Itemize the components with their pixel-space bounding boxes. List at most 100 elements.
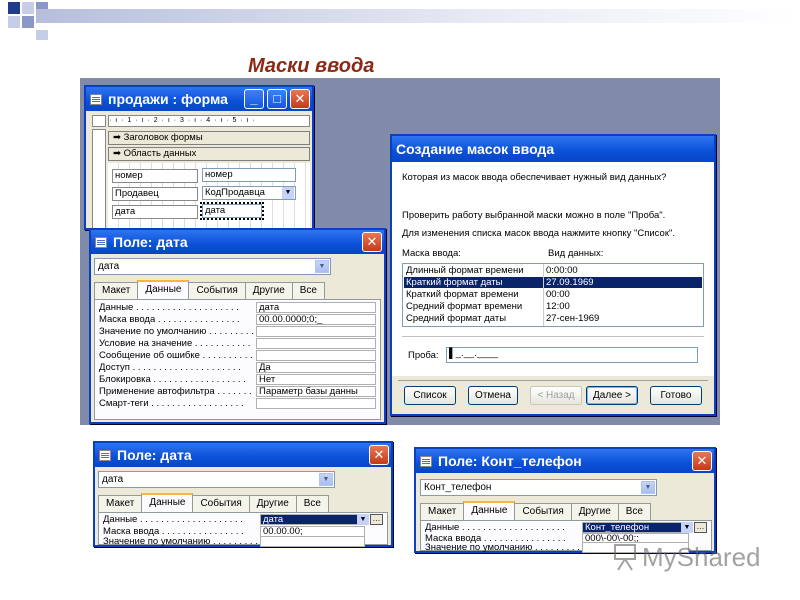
presentation-icon bbox=[614, 544, 636, 571]
property-tabs: Макет Данные События Другие Все bbox=[420, 501, 651, 520]
finish-button[interactable]: Готово bbox=[650, 386, 702, 405]
list-item[interactable]: Краткий формат времени 00:00 bbox=[404, 289, 702, 300]
property-row[interactable]: Значение по умолчанию . . . . . . . . . bbox=[103, 536, 365, 547]
list-item-selected[interactable]: Краткий формат даты 27.09.1969 bbox=[404, 277, 702, 288]
tab-layout[interactable]: Макет bbox=[420, 503, 465, 520]
property-row[interactable]: Условие на значение . . . . . . . . . . … bbox=[99, 338, 376, 349]
tab-all[interactable]: Все bbox=[617, 503, 651, 520]
arrow-icon: ➡ bbox=[113, 132, 124, 143]
property-row[interactable]: Блокировка . . . . . . . . . . . . . . .… bbox=[99, 374, 376, 385]
properties-icon bbox=[95, 236, 107, 248]
tab-other[interactable]: Другие bbox=[248, 495, 297, 512]
property-list: Данные . . . . . . . . . . . . . . . . .… bbox=[94, 299, 381, 420]
minimize-button[interactable]: _ bbox=[244, 89, 264, 109]
back-button[interactable]: < Назад bbox=[530, 386, 582, 405]
object-selector[interactable]: дата ▼ bbox=[98, 471, 335, 488]
tab-data[interactable]: Данные bbox=[463, 501, 516, 520]
tab-events[interactable]: События bbox=[514, 503, 572, 520]
chevron-down-icon[interactable]: ▼ bbox=[319, 473, 333, 486]
data-area-section[interactable]: ➡ Область данных bbox=[108, 147, 310, 161]
field-seller-combo[interactable]: КодПродавца ▼ bbox=[202, 186, 296, 200]
property-window-title: Поле: дата bbox=[113, 234, 188, 250]
form-header-section[interactable]: ➡ Заголовок формы bbox=[108, 131, 310, 145]
column-header-mask: Маска ввода: bbox=[402, 248, 461, 259]
form-window-titlebar[interactable]: продажи : форма _ □ ✕ bbox=[86, 87, 312, 111]
property-window-titlebar[interactable]: Поле: дата ✕ bbox=[95, 443, 391, 467]
cancel-button[interactable]: Отмена bbox=[468, 386, 518, 405]
builder-button[interactable]: … bbox=[694, 522, 707, 533]
input-mask-wizard: Создание масок ввода Которая из масок вв… bbox=[390, 134, 716, 416]
properties-icon bbox=[420, 455, 432, 467]
form-icon bbox=[90, 93, 102, 105]
list-item[interactable]: Длинный формат времени 0:00:00 bbox=[404, 265, 702, 276]
next-button[interactable]: Далее > bbox=[586, 386, 638, 405]
property-list: Данные . . . . . . . . . . . . . . . . .… bbox=[98, 512, 388, 547]
ruler: · ı · 1 · ı · 2 · ı · 3 · ı · 4 · ı · 5 … bbox=[108, 115, 310, 127]
close-button[interactable]: ✕ bbox=[369, 445, 389, 465]
arrow-icon: ➡ bbox=[113, 148, 124, 159]
properties-icon bbox=[99, 449, 111, 461]
property-row[interactable]: Смарт-теги . . . . . . . . . . . . . . .… bbox=[99, 398, 376, 409]
field-date-selected[interactable]: дата bbox=[200, 202, 264, 220]
trial-input[interactable]: ▌_.__.____ bbox=[446, 347, 698, 363]
tab-layout[interactable]: Макет bbox=[94, 282, 139, 299]
form-window-title: продажи : форма bbox=[108, 91, 228, 107]
close-button[interactable]: ✕ bbox=[290, 89, 310, 109]
trial-label: Проба: bbox=[408, 350, 439, 361]
tab-data[interactable]: Данные bbox=[137, 280, 190, 299]
wizard-footer-divider bbox=[398, 380, 708, 381]
object-selector[interactable]: дата ▼ bbox=[94, 258, 331, 275]
form-window: продажи : форма _ □ ✕ · ı · 1 · ı · 2 · … bbox=[84, 85, 314, 230]
tab-other[interactable]: Другие bbox=[244, 282, 293, 299]
field-label-seller[interactable]: Продавец bbox=[112, 187, 198, 201]
chevron-down-icon[interactable]: ▼ bbox=[357, 514, 369, 525]
object-selector[interactable]: Конт_телефон ▼ bbox=[420, 479, 657, 496]
property-tabs: Макет Данные События Другие Все bbox=[94, 280, 325, 299]
chevron-down-icon[interactable]: ▼ bbox=[315, 260, 329, 273]
field-number[interactable]: номер bbox=[202, 168, 296, 182]
field-label-number[interactable]: номер bbox=[112, 169, 198, 183]
vertical-ruler bbox=[92, 129, 106, 229]
list-item[interactable]: Средний формат даты 27-сен-1969 bbox=[404, 313, 702, 324]
column-header-view: Вид данных: bbox=[548, 248, 604, 259]
tab-all[interactable]: Все bbox=[291, 282, 325, 299]
wizard-question: Которая из масок ввода обеспечивает нужн… bbox=[402, 172, 667, 183]
mask-list: Длинный формат времени 0:00:00 Краткий фо… bbox=[402, 263, 704, 327]
tab-events[interactable]: События bbox=[188, 282, 246, 299]
wizard-title: Создание масок ввода bbox=[396, 141, 555, 157]
property-window-titlebar[interactable]: Поле: Конт_телефон ✕ bbox=[416, 449, 714, 473]
property-window-title: Поле: Конт_телефон bbox=[438, 453, 582, 469]
property-row[interactable]: Доступ . . . . . . . . . . . . . . . . .… bbox=[99, 362, 376, 373]
builder-button[interactable]: … bbox=[370, 514, 383, 525]
tab-data[interactable]: Данные bbox=[141, 493, 194, 512]
field-label-date[interactable]: дата bbox=[112, 205, 198, 219]
chevron-down-icon[interactable]: ▼ bbox=[282, 187, 294, 199]
corner-decoration bbox=[0, 0, 800, 40]
property-row[interactable]: Применение автофильтра . . . . . . . . Па… bbox=[99, 386, 376, 397]
slide-title: Маски ввода bbox=[248, 55, 375, 77]
property-row-input-mask[interactable]: Маска ввода . . . . . . . . . . . . . . … bbox=[99, 314, 376, 325]
chevron-down-icon[interactable]: ▼ bbox=[641, 481, 655, 494]
divider bbox=[402, 336, 704, 337]
list-button[interactable]: Список bbox=[404, 386, 456, 405]
property-window-date: Поле: дата ✕ дата ▼ Макет Данные События … bbox=[89, 228, 386, 424]
tab-other[interactable]: Другие bbox=[570, 503, 619, 520]
maximize-button[interactable]: □ bbox=[267, 89, 287, 109]
wizard-titlebar[interactable]: Создание масок ввода bbox=[392, 136, 714, 162]
property-row[interactable]: Значение по умолчанию . . . . . . . . . bbox=[99, 326, 376, 337]
tab-all[interactable]: Все bbox=[295, 495, 329, 512]
close-button[interactable]: ✕ bbox=[692, 451, 712, 471]
list-item[interactable]: Средний формат времени 12:00 bbox=[404, 301, 702, 312]
ruler-corner bbox=[92, 115, 106, 127]
property-window-title: Поле: дата bbox=[117, 447, 192, 463]
close-button[interactable]: ✕ bbox=[362, 232, 382, 252]
chevron-down-icon[interactable]: ▼ bbox=[681, 522, 693, 533]
property-tabs: Макет Данные События Другие Все bbox=[98, 493, 329, 512]
property-row[interactable]: Данные . . . . . . . . . . . . . . . . .… bbox=[103, 514, 365, 525]
tab-layout[interactable]: Макет bbox=[98, 495, 143, 512]
property-row[interactable]: Данные . . . . . . . . . . . . . . . . .… bbox=[99, 302, 376, 313]
property-row[interactable]: Сообщение об ошибке . . . . . . . . . . bbox=[99, 350, 376, 361]
property-window-titlebar[interactable]: Поле: дата ✕ bbox=[91, 230, 384, 254]
tab-events[interactable]: События bbox=[192, 495, 250, 512]
property-row[interactable]: Данные . . . . . . . . . . . . . . . . .… bbox=[425, 522, 689, 533]
